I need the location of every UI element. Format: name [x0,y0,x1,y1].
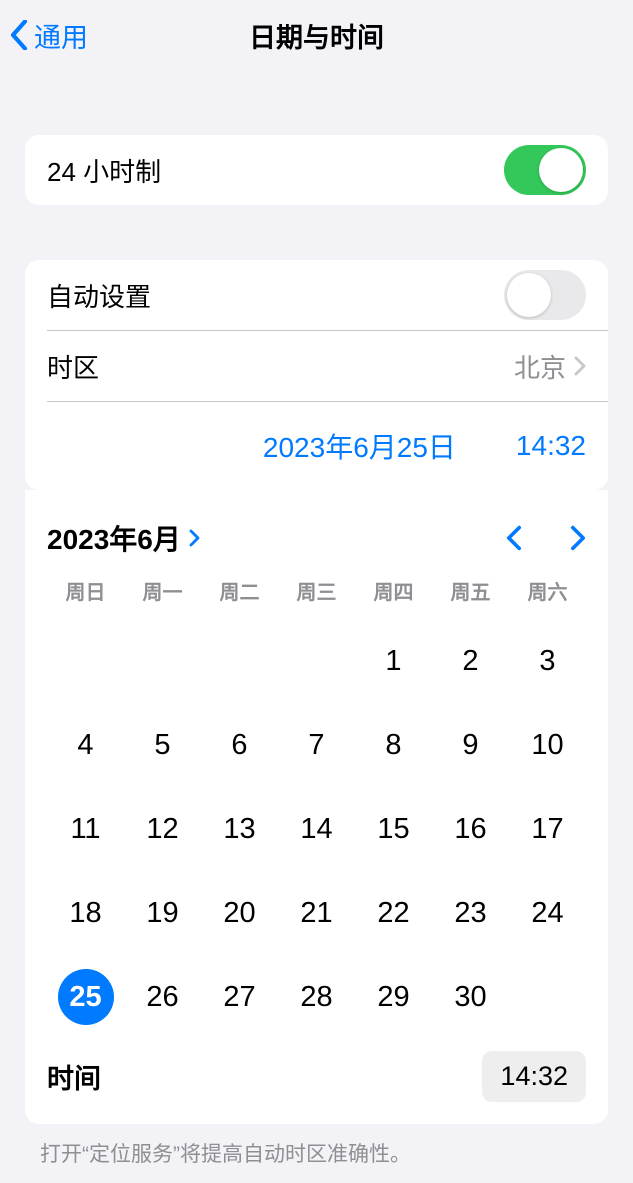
calendar-month-label: 2023年6月 [47,518,181,558]
calendar-day[interactable]: 12 [124,801,201,857]
weekday-label: 周六 [509,576,586,605]
weekday-label: 周二 [201,576,278,605]
calendar-day[interactable]: 21 [278,885,355,941]
calendar-day[interactable]: 18 [47,885,124,941]
calendar-day-empty [124,633,201,689]
back-button[interactable]: 通用 [0,16,88,55]
switch-knob [507,273,551,317]
timezone-value-wrap: 北京 [514,348,586,385]
calendar-day[interactable]: 10 [509,717,586,773]
calendar-day[interactable]: 14 [278,801,355,857]
calendar-day[interactable]: 4 [47,717,124,773]
section-auto: 自动设置 时区 北京 2023年6月25日 14:32 [25,260,608,490]
back-label: 通用 [34,16,88,55]
calendar-day[interactable]: 5 [124,717,201,773]
weekday-label: 周一 [124,576,201,605]
switch-24-hour[interactable] [504,145,586,195]
calendar-day[interactable]: 28 [278,969,355,1025]
row-timezone[interactable]: 时区 北京 [25,331,608,401]
row-label-timezone: 时区 [47,348,99,385]
days-grid: 1234567891011121314151617181920212223242… [47,613,586,1025]
row-datetime: 2023年6月25日 14:32 [25,402,608,490]
calendar-nav [506,525,586,551]
calendar-day[interactable]: 9 [432,717,509,773]
calendar-day[interactable]: 25 [47,969,124,1025]
switch-knob [539,148,583,192]
calendar-day[interactable]: 27 [201,969,278,1025]
calendar-day[interactable]: 24 [509,885,586,941]
row-label-24-hour: 24 小时制 [47,152,161,189]
calendar-next-button[interactable] [570,525,586,551]
calendar-day[interactable]: 22 [355,885,432,941]
calendar-day[interactable]: 16 [432,801,509,857]
calendar-day[interactable]: 23 [432,885,509,941]
calendar-day-empty [278,633,355,689]
weekday-row: 周日周一周二周三周四周五周六 [47,576,586,605]
chevron-right-icon [189,528,201,548]
calendar-day[interactable]: 29 [355,969,432,1025]
row-24-hour: 24 小时制 [25,135,608,205]
calendar-day[interactable]: 7 [278,717,355,773]
timezone-value: 北京 [514,348,566,385]
calendar-day[interactable]: 13 [201,801,278,857]
calendar-day[interactable]: 26 [124,969,201,1025]
calendar-day[interactable]: 17 [509,801,586,857]
weekday-label: 周日 [47,576,124,605]
calendar-day[interactable]: 2 [432,633,509,689]
row-auto-set: 自动设置 [25,260,608,330]
time-picker-button[interactable]: 14:32 [482,1051,586,1102]
calendar-day-empty [47,633,124,689]
calendar-prev-button[interactable] [506,525,522,551]
selected-date-button[interactable]: 2023年6月25日 [263,426,456,466]
weekday-label: 周五 [432,576,509,605]
calendar-day[interactable]: 6 [201,717,278,773]
section-display: 24 小时制 [25,135,608,205]
calendar-month-button[interactable]: 2023年6月 [47,518,201,558]
row-label-auto-set: 自动设置 [47,277,151,314]
selected-time-button[interactable]: 14:32 [516,430,586,462]
calendar-day[interactable]: 8 [355,717,432,773]
calendar-day[interactable]: 20 [201,885,278,941]
header: 通用 日期与时间 [0,0,633,70]
weekday-label: 周四 [355,576,432,605]
chevron-right-icon [574,356,586,376]
time-label: 时间 [47,1057,101,1096]
calendar-day[interactable]: 1 [355,633,432,689]
time-row: 时间 14:32 [47,1025,586,1102]
calendar-day[interactable]: 19 [124,885,201,941]
calendar-day[interactable]: 15 [355,801,432,857]
switch-auto-set[interactable] [504,270,586,320]
calendar: 2023年6月 周日周一周二周三周四周五周六 12345678910111213… [25,490,608,1124]
calendar-header: 2023年6月 [47,490,586,576]
calendar-day[interactable]: 3 [509,633,586,689]
chevron-left-icon [10,20,28,50]
calendar-day[interactable]: 11 [47,801,124,857]
footer-note: 打开“定位服务”将提高自动时区准确性。 [40,1138,593,1168]
weekday-label: 周三 [278,576,355,605]
calendar-day-empty [201,633,278,689]
calendar-day[interactable]: 30 [432,969,509,1025]
page-title: 日期与时间 [249,16,384,55]
